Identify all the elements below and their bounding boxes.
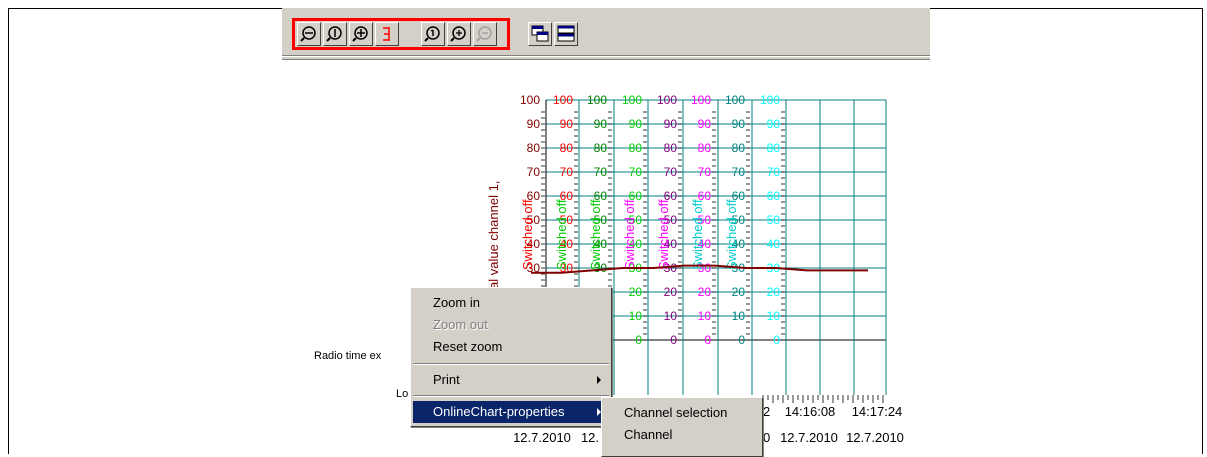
channel-status-label: Switched off bbox=[690, 199, 705, 270]
y-tick-label: 70 bbox=[629, 165, 643, 179]
channel-status-label: Switched off bbox=[520, 199, 535, 270]
menu-separator bbox=[413, 395, 609, 397]
y-tick-label: 50 bbox=[767, 213, 781, 227]
x-time-label: 14:16:08 bbox=[785, 404, 836, 419]
y-tick-label: 90 bbox=[594, 117, 608, 131]
y-tick-label: 70 bbox=[664, 165, 678, 179]
y-tick-label: 100 bbox=[553, 93, 573, 107]
y-tick-label: 80 bbox=[698, 141, 712, 155]
y-tick-label: 60 bbox=[767, 189, 781, 203]
y-tick-label: 90 bbox=[664, 117, 678, 131]
y-tick-label: 20 bbox=[698, 285, 712, 299]
channel-status-label: Switched off bbox=[554, 199, 569, 270]
channel-status-label: Switched off bbox=[656, 199, 671, 270]
left-label-radio-time: Radio time ex bbox=[314, 350, 382, 362]
menu-item-print-label: Print bbox=[433, 372, 460, 387]
y-tick-label: 80 bbox=[732, 141, 746, 155]
menu-item-print[interactable]: Print bbox=[413, 369, 609, 391]
y-tick-label: 10 bbox=[698, 309, 712, 323]
channel-status-label: Switched off bbox=[588, 199, 603, 270]
y-tick-label: 0 bbox=[738, 333, 745, 347]
y-tick-label: 80 bbox=[664, 141, 678, 155]
y-tick-label: 100 bbox=[622, 93, 642, 107]
x-date-label: 12.7.2010 bbox=[513, 430, 571, 445]
y-tick-label: 70 bbox=[698, 165, 712, 179]
y-tick-label: 0 bbox=[635, 333, 642, 347]
y-tick-label: 10 bbox=[629, 309, 643, 323]
y-tick-label: 70 bbox=[560, 165, 574, 179]
y-tick-label: 100 bbox=[760, 93, 780, 107]
y-tick-label: 70 bbox=[732, 165, 746, 179]
y-tick-label: 10 bbox=[767, 309, 781, 323]
x-date-label: 12.7.2010 bbox=[780, 430, 838, 445]
y-tick-label: 70 bbox=[527, 165, 541, 179]
y-tick-label: 0 bbox=[670, 333, 677, 347]
y-tick-label: 100 bbox=[657, 93, 677, 107]
submenu-item-channel[interactable]: Channel bbox=[604, 424, 760, 446]
y-tick-label: 80 bbox=[527, 141, 541, 155]
y-tick-label: 20 bbox=[732, 285, 746, 299]
y-tick-label: 80 bbox=[594, 141, 608, 155]
menu-item-reset-zoom[interactable]: Reset zoom bbox=[413, 336, 609, 358]
y-tick-label: 100 bbox=[691, 93, 711, 107]
y-tick-label: 80 bbox=[629, 141, 643, 155]
menu-item-zoom-out[interactable]: Zoom out bbox=[413, 314, 609, 336]
y-tick-label: 40 bbox=[767, 237, 781, 251]
left-label-lo: Lo bbox=[396, 388, 409, 400]
submenu-item-channel-selection[interactable]: Channel selection bbox=[604, 402, 760, 424]
context-menu: Zoom in Zoom out Reset zoom Print Online… bbox=[410, 287, 612, 427]
y-tick-label: 10 bbox=[664, 309, 678, 323]
x-time-label: 14:17:24 bbox=[852, 404, 903, 419]
x-date-label: 12.7.2010 bbox=[846, 430, 904, 445]
menu-item-onlinechart-properties[interactable]: OnlineChart-properties bbox=[413, 401, 609, 423]
properties-submenu: Channel selection Channel bbox=[601, 397, 763, 457]
y-tick-label: 90 bbox=[732, 117, 746, 131]
y-tick-label: 90 bbox=[698, 117, 712, 131]
y-tick-label: 90 bbox=[629, 117, 643, 131]
channel-status-label: Switched off bbox=[622, 199, 637, 270]
y-tick-label: 80 bbox=[560, 141, 574, 155]
y-tick-label: 80 bbox=[767, 141, 781, 155]
submenu-arrow-icon bbox=[597, 376, 601, 384]
y-tick-label: 90 bbox=[527, 117, 541, 131]
y-tick-label: 90 bbox=[560, 117, 574, 131]
y-tick-label: 90 bbox=[767, 117, 781, 131]
y-tick-label: 100 bbox=[725, 93, 745, 107]
menu-item-onlinechart-properties-label: OnlineChart-properties bbox=[433, 404, 565, 419]
y-tick-label: 100 bbox=[520, 93, 540, 107]
y-tick-label: 10 bbox=[732, 309, 746, 323]
y-tick-label: 0 bbox=[773, 333, 780, 347]
y-tick-label: 100 bbox=[587, 93, 607, 107]
channel-status-label: Switched off bbox=[724, 199, 739, 270]
y-tick-label: 20 bbox=[664, 285, 678, 299]
y-tick-label: 0 bbox=[704, 333, 711, 347]
x-date-label: 12. bbox=[581, 430, 599, 445]
menu-separator bbox=[413, 363, 609, 365]
y-tick-label: 70 bbox=[594, 165, 608, 179]
menu-item-zoom-in[interactable]: Zoom in bbox=[413, 292, 609, 314]
y-tick-label: 70 bbox=[767, 165, 781, 179]
y-tick-label: 20 bbox=[767, 285, 781, 299]
y-tick-label: 20 bbox=[629, 285, 643, 299]
